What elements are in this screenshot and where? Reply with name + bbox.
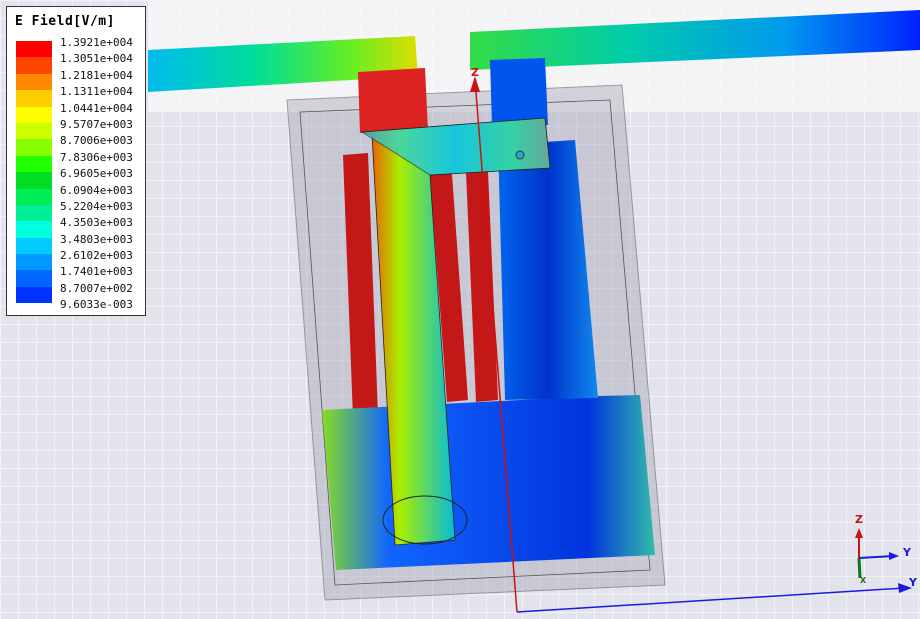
triad-x-label: X <box>860 576 867 585</box>
legend-value: 8.7006e+003 <box>60 134 133 148</box>
legend-swatch <box>16 204 52 222</box>
legend-value: 6.0904e+003 <box>60 183 133 197</box>
legend-value: 1.3921e+004 <box>60 36 133 49</box>
legend-swatch <box>16 57 52 74</box>
legend-value: 2.6102e+003 <box>60 249 133 263</box>
legend-swatch <box>16 73 52 91</box>
legend-swatch <box>16 270 52 287</box>
legend-value: 1.7401e+003 <box>60 265 133 279</box>
lower-patch <box>322 395 655 570</box>
legend-value: 9.6033e-003 <box>60 298 133 312</box>
main-z-label: Z <box>471 66 479 79</box>
right-feed-stub <box>490 58 548 127</box>
legend-value: 7.8306e+003 <box>60 150 133 164</box>
legend-swatch <box>16 122 52 140</box>
legend-value: 4.3503e+003 <box>60 216 133 230</box>
color-legend: E Field[V/m] 1.3921e+004 1.3051e+004 1.218… <box>6 6 146 316</box>
legend-value: 8.7007e+002 <box>60 281 133 295</box>
legend-value: 6.9605e+003 <box>60 167 133 181</box>
legend-value: 1.2181e+004 <box>60 68 133 82</box>
legend-values: 1.3921e+004 1.3051e+004 1.2181e+004 1.1311e… <box>60 35 133 314</box>
legend-swatch <box>16 221 52 238</box>
legend-swatch <box>16 237 52 255</box>
legend-swatch <box>16 155 52 173</box>
legend-swatch <box>16 286 52 304</box>
via-dot <box>515 150 525 160</box>
triad-x <box>857 557 862 579</box>
triad-z-label: Z <box>855 513 863 526</box>
legend-value: 1.1311e+004 <box>60 85 133 99</box>
left-feed-stub <box>358 68 428 133</box>
legend-value: 3.4803e+003 <box>60 232 133 246</box>
legend-swatch <box>16 188 52 205</box>
legend-value: 9.5707e+003 <box>60 117 133 131</box>
triad-y-label: Y <box>903 546 911 559</box>
legend-value: 5.2204e+003 <box>60 199 133 213</box>
legend-swatch <box>16 90 52 107</box>
main-y-label: Y <box>909 576 917 589</box>
legend-value: 1.0441e+004 <box>60 101 133 115</box>
legend-swatch <box>16 139 52 156</box>
legend-swatch <box>16 41 52 58</box>
legend-title: E Field[V/m] <box>15 14 115 29</box>
legend-swatch <box>16 172 52 189</box>
legend-color-bar <box>16 41 52 304</box>
legend-swatch <box>16 254 52 271</box>
legend-swatch <box>16 106 52 123</box>
legend-value: 1.3051e+004 <box>60 52 133 66</box>
